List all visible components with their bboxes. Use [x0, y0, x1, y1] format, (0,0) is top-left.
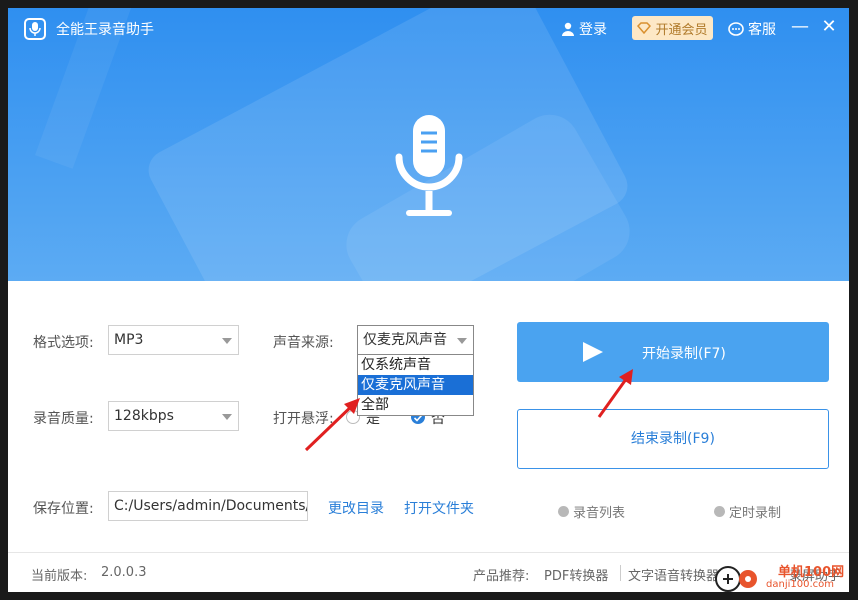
source-value: 仅麦克风声音 [363, 332, 447, 348]
record-list-link[interactable]: 录音列表 [558, 502, 625, 521]
format-label: 格式选项: [33, 335, 94, 351]
save-path-value: C:/Users/admin/Documents/ [114, 498, 308, 514]
source-dropdown-list: 仅系统声音 仅麦克风声音 全部 [357, 354, 474, 416]
footer-divider [8, 552, 849, 553]
user-icon [562, 22, 574, 36]
close-button[interactable]: ✕ [819, 16, 839, 40]
record-list-label: 录音列表 [573, 506, 626, 521]
save-label: 保存位置: [33, 501, 94, 517]
minimize-button[interactable]: — [790, 16, 810, 40]
service-label: 客服 [748, 22, 776, 38]
footer-separator [620, 565, 621, 581]
float-label: 打开悬浮: [273, 411, 334, 427]
quality-select[interactable]: 128kbps [108, 401, 239, 431]
source-option-system[interactable]: 仅系统声音 [358, 355, 473, 375]
play-icon [583, 342, 603, 362]
source-label: 声音来源: [273, 335, 334, 351]
pdf-converter-link[interactable]: PDF转换器 [544, 565, 608, 584]
timer-record-link[interactable]: 定时录制 [714, 502, 781, 521]
header-banner: 全能王录音助手 登录 开通会员 客服 — ✕ [8, 8, 849, 281]
microphone-icon [395, 115, 463, 216]
app-logo-icon [24, 18, 46, 40]
source-option-mic[interactable]: 仅麦克风声音 [358, 375, 473, 395]
stop-record-label: 结束录制(F9) [631, 431, 715, 447]
chevron-down-icon [222, 414, 232, 420]
list-icon [558, 506, 569, 517]
format-value: MP3 [114, 332, 144, 348]
timer-record-label: 定时录制 [729, 506, 782, 521]
change-dir-link[interactable]: 更改目录 [328, 498, 384, 518]
chevron-down-icon [457, 338, 467, 344]
watermark-logo: 单机100网 danji100.com [714, 561, 849, 592]
source-option-all[interactable]: 全部 [358, 395, 473, 415]
app-window: 全能王录音助手 登录 开通会员 客服 — ✕ 格式选项: MP3 声音来源: 仅… [8, 8, 849, 592]
watermark-url: danji100.com [766, 579, 834, 590]
format-select[interactable]: MP3 [108, 325, 239, 355]
start-record-button[interactable]: 开始录制(F7) [517, 322, 829, 382]
chevron-down-icon [222, 338, 232, 344]
login-label: 登录 [579, 22, 607, 38]
app-title: 全能王录音助手 [56, 22, 154, 38]
diamond-icon [637, 22, 652, 34]
recommend-label: 产品推荐: [473, 569, 530, 584]
watermark-text: 单机100网 [778, 565, 845, 580]
vip-label: 开通会员 [655, 22, 708, 38]
save-path-input[interactable]: C:/Users/admin/Documents/ [108, 491, 308, 521]
stop-record-button[interactable]: 结束录制(F9) [517, 409, 829, 469]
quality-label: 录音质量: [33, 411, 94, 427]
chat-icon [728, 22, 744, 36]
clock-icon [714, 506, 725, 517]
service-button[interactable]: 客服 [728, 19, 776, 39]
login-button[interactable]: 登录 [561, 19, 607, 39]
source-select[interactable]: 仅麦克风声音 [357, 325, 474, 355]
open-folder-link[interactable]: 打开文件夹 [404, 498, 474, 518]
tts-converter-link[interactable]: 文字语音转换器 [628, 565, 719, 584]
version-label: 当前版本: [31, 569, 88, 584]
version-value: 2.0.0.3 [101, 565, 147, 580]
start-record-label: 开始录制(F7) [642, 346, 726, 362]
quality-value: 128kbps [114, 408, 174, 424]
vip-button[interactable]: 开通会员 [632, 16, 713, 40]
